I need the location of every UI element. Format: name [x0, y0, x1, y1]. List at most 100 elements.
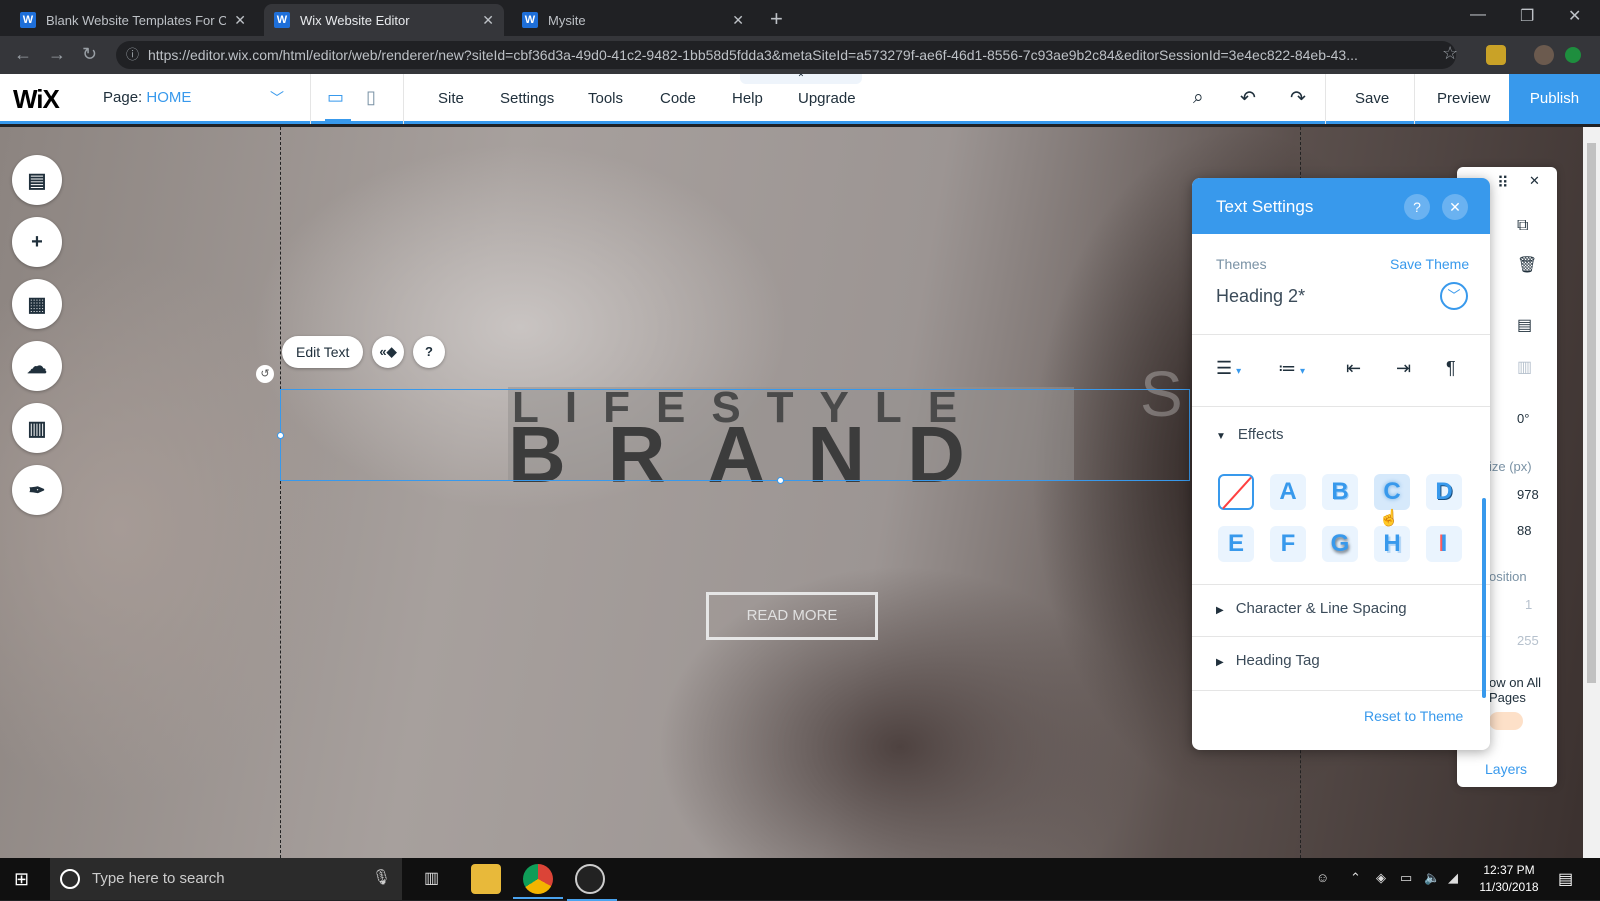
page-scrollbar[interactable]	[1583, 127, 1600, 858]
microphone-icon[interactable]: 🎙	[372, 868, 391, 886]
width-value[interactable]: 978	[1517, 487, 1539, 502]
preview-button[interactable]: Preview	[1437, 90, 1490, 107]
bookings-calendar-icon[interactable]: ▥	[12, 403, 62, 453]
animation-icon[interactable]: «◆	[372, 336, 404, 368]
zoom-icon[interactable]: ⌕	[1193, 87, 1204, 109]
menu-upgrade[interactable]: Upgrade	[798, 90, 856, 107]
tab-close-icon[interactable]: ✕	[234, 12, 246, 29]
task-view-icon[interactable]: ▥	[424, 868, 439, 888]
upload-media-icon[interactable]: ☁	[12, 341, 62, 391]
height-value[interactable]: 88	[1517, 523, 1531, 538]
undo-icon[interactable]: ↶	[1240, 87, 1256, 110]
mobile-view-icon[interactable]: ▯	[366, 87, 376, 108]
text-align-icon[interactable]: ☰ ▾	[1216, 358, 1241, 379]
reset-to-theme-link[interactable]: Reset to Theme	[1364, 708, 1463, 724]
panel-scrollbar[interactable]	[1482, 498, 1486, 698]
tab-close-icon[interactable]: ✕	[482, 12, 494, 29]
resize-handle-left[interactable]	[277, 432, 284, 439]
tray-expand-icon[interactable]: ⌃	[1350, 870, 1361, 886]
copy-icon[interactable]: ⧉	[1517, 217, 1528, 235]
collapse-topbar-handle[interactable]: ⌃	[740, 74, 862, 84]
page-selector[interactable]: Page: HOME	[103, 89, 191, 106]
decrease-indent-icon[interactable]: ⇤	[1346, 358, 1361, 379]
effect-c[interactable]: C	[1374, 474, 1410, 510]
effect-b[interactable]: B	[1322, 474, 1358, 510]
close-icon[interactable]: ✕	[1442, 194, 1468, 220]
bookmark-star-icon[interactable]: ☆	[1442, 43, 1458, 64]
show-all-pages-toggle[interactable]	[1489, 712, 1523, 730]
back-icon[interactable]: ←	[14, 44, 32, 65]
rotation-value[interactable]: 0°	[1517, 411, 1529, 426]
blog-pen-icon[interactable]: ✒	[12, 465, 62, 515]
effect-i[interactable]: I	[1426, 526, 1462, 562]
heading-tag-section-header[interactable]: ▶ Heading Tag	[1216, 652, 1320, 669]
forward-icon[interactable]: →	[48, 44, 66, 65]
desktop-view-icon[interactable]: ▭	[327, 87, 344, 108]
chevron-down-icon[interactable]: ﹀	[1440, 282, 1468, 310]
tab-templates[interactable]: W Blank Website Templates For Cre ✕	[10, 4, 256, 36]
char-spacing-section-header[interactable]: ▶ Character & Line Spacing	[1216, 600, 1407, 617]
redo-icon[interactable]: ↷	[1290, 87, 1306, 110]
save-theme-link[interactable]: Save Theme	[1390, 256, 1469, 272]
save-button[interactable]: Save	[1355, 90, 1389, 107]
selected-text-box[interactable]	[277, 389, 1190, 484]
menu-code[interactable]: Code	[660, 90, 696, 107]
tab-wix-editor[interactable]: W Wix Website Editor ✕	[264, 4, 504, 36]
effect-f[interactable]: F	[1270, 526, 1306, 562]
menu-tools[interactable]: Tools	[588, 90, 623, 107]
volume-icon[interactable]: 🔈	[1424, 870, 1440, 886]
profile-avatar[interactable]	[1534, 45, 1554, 65]
effect-e[interactable]: E	[1218, 526, 1254, 562]
add-apps-icon[interactable]: ▦	[12, 279, 62, 329]
tab-close-icon[interactable]: ✕	[732, 12, 744, 29]
tab-mysite[interactable]: W Mysite ✕	[512, 4, 754, 36]
help-icon[interactable]: ?	[1404, 194, 1430, 220]
menu-site[interactable]: Site	[438, 90, 464, 107]
file-explorer-icon[interactable]	[471, 864, 501, 894]
edit-text-button[interactable]: Edit Text	[282, 336, 364, 368]
new-tab-icon[interactable]: +	[770, 6, 783, 32]
sync-status-icon[interactable]	[1565, 47, 1581, 63]
theme-dropdown-value[interactable]: Heading 2*	[1216, 286, 1305, 307]
effects-section-header[interactable]: ▼ Effects	[1216, 426, 1284, 443]
y-value[interactable]: 255	[1517, 633, 1539, 648]
drag-handle-icon[interactable]: ⠿	[1497, 173, 1509, 193]
distribute-icon[interactable]: ▥	[1517, 357, 1532, 377]
network-icon[interactable]: ◢	[1448, 870, 1458, 886]
pages-menu-icon[interactable]: ▤	[12, 155, 62, 205]
restore-icon[interactable]: ❐	[1520, 6, 1534, 26]
chrome-icon[interactable]	[513, 864, 563, 899]
effect-a[interactable]: A	[1270, 474, 1306, 510]
menu-help[interactable]: Help	[732, 90, 763, 107]
windows-start-icon[interactable]: ⊞	[14, 869, 29, 890]
x-value[interactable]: 1	[1525, 597, 1532, 612]
dropbox-icon[interactable]: ◈	[1376, 870, 1386, 886]
notifications-icon[interactable]: ▤	[1558, 869, 1573, 889]
effect-d[interactable]: D	[1426, 474, 1462, 510]
people-icon[interactable]: ☺	[1316, 870, 1329, 885]
clock[interactable]: 12:37 PM 11/30/2018	[1473, 862, 1545, 896]
extension-icon[interactable]	[1486, 45, 1506, 65]
bullet-list-icon[interactable]: ≔ ▾	[1278, 358, 1305, 379]
align-icon[interactable]: ▤	[1517, 315, 1532, 335]
obs-icon[interactable]	[567, 864, 617, 901]
close-panel-icon[interactable]: ✕	[1529, 173, 1540, 189]
add-element-icon[interactable]: +	[12, 217, 62, 267]
layers-button[interactable]: Layers	[1485, 761, 1527, 777]
effect-h[interactable]: H	[1374, 526, 1410, 562]
taskbar-search[interactable]: Type here to search 🎙	[50, 858, 402, 900]
publish-button[interactable]: Publish	[1509, 74, 1600, 124]
increase-indent-icon[interactable]: ⇥	[1396, 358, 1411, 379]
rotate-handle-icon[interactable]: ↺	[256, 365, 274, 383]
site-info-icon[interactable]: ⓘ	[126, 41, 139, 69]
delete-icon[interactable]: 🗑	[1517, 255, 1537, 275]
help-icon[interactable]: ?	[413, 336, 445, 368]
effect-g[interactable]: G	[1322, 526, 1358, 562]
effect-none[interactable]	[1218, 474, 1254, 510]
close-window-icon[interactable]: ✕	[1568, 6, 1581, 26]
resize-handle-bottom[interactable]	[777, 477, 784, 484]
url-field[interactable]: ⓘ https://editor.wix.com/html/editor/web…	[116, 41, 1456, 69]
reload-icon[interactable]: ↻	[82, 44, 97, 65]
read-more-button[interactable]: READ MORE	[706, 592, 878, 640]
menu-settings[interactable]: Settings	[500, 90, 554, 107]
